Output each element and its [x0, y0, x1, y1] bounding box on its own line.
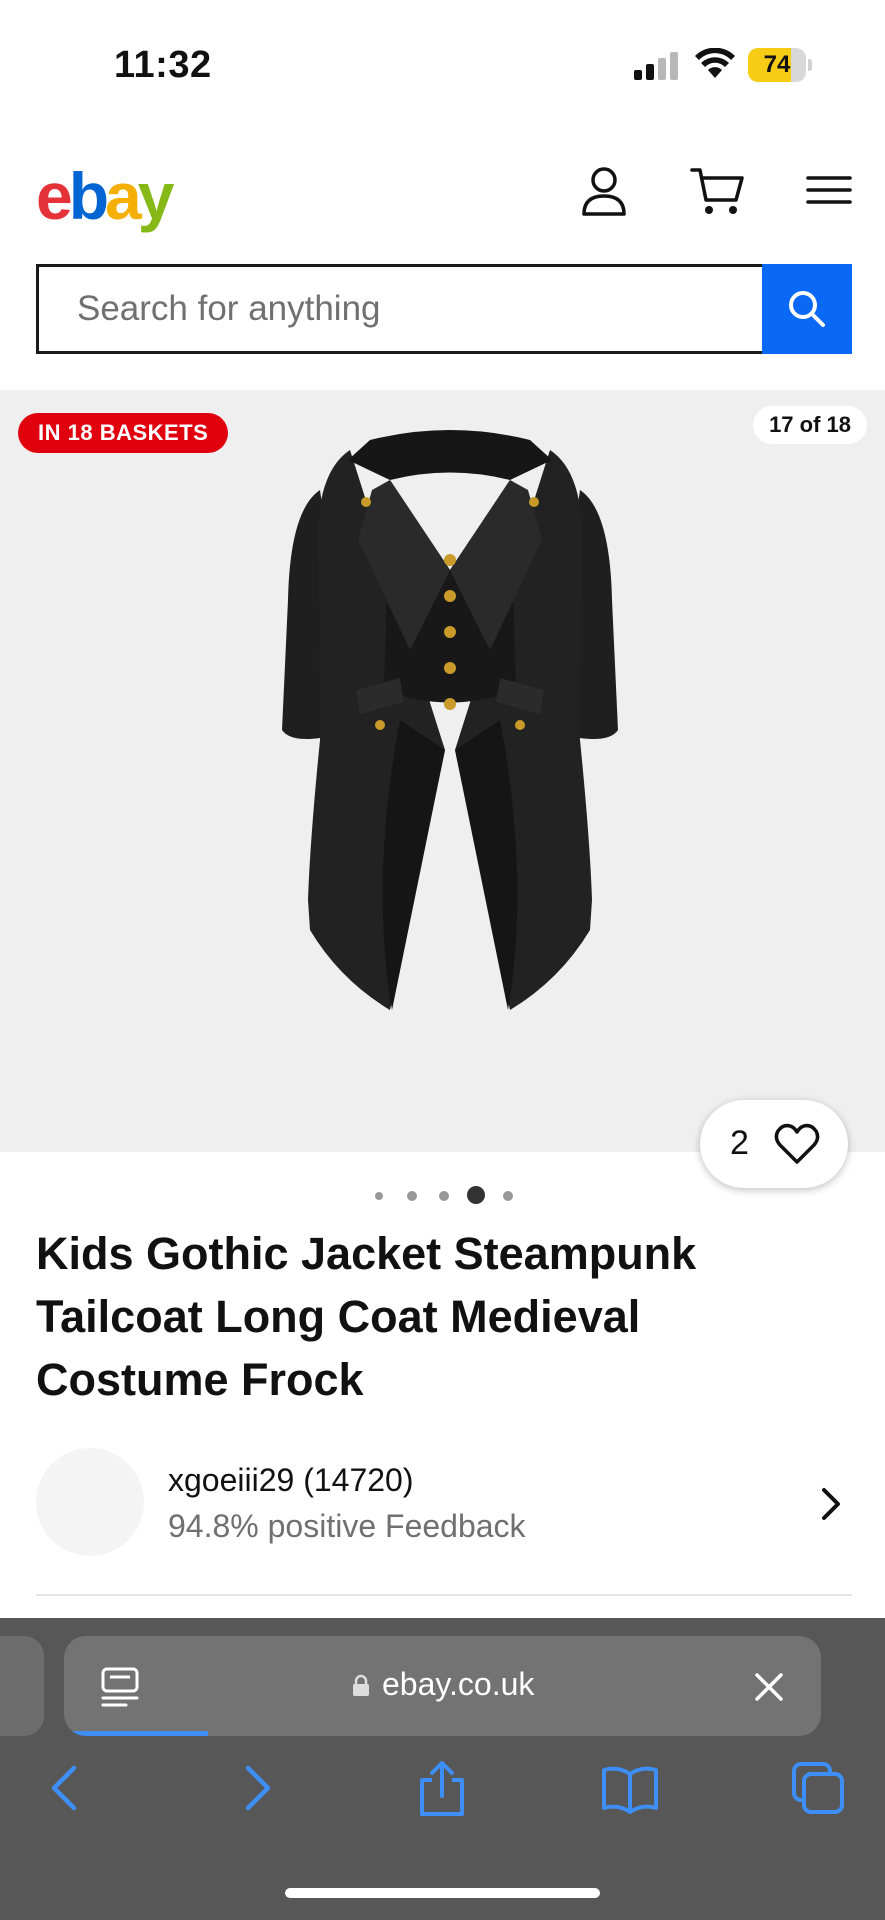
- cellular-signal-icon: [634, 52, 678, 80]
- seller-avatar: [36, 1448, 144, 1556]
- product-image[interactable]: [280, 420, 620, 1120]
- bookmarks-icon[interactable]: [600, 1758, 660, 1818]
- carousel-dot[interactable]: [439, 1191, 449, 1201]
- battery-indicator: 74: [748, 48, 812, 82]
- chevron-right-icon: [822, 1488, 840, 1520]
- lock-icon: [353, 1674, 369, 1696]
- watch-count: 2: [730, 1124, 749, 1162]
- heart-icon: [774, 1123, 820, 1164]
- search-icon: [789, 291, 825, 327]
- battery-percent: 74: [763, 51, 791, 78]
- cart-icon[interactable]: [688, 160, 748, 220]
- carousel-dots: [370, 1186, 520, 1204]
- seller-feedback: 94.8% positive Feedback: [168, 1508, 526, 1544]
- previous-tab-edge[interactable]: [0, 1636, 44, 1736]
- account-icon[interactable]: [574, 160, 634, 220]
- home-indicator[interactable]: [285, 1888, 600, 1898]
- address-bar[interactable]: ebay.co.uk: [64, 1636, 821, 1736]
- status-time: 11:32: [114, 44, 212, 86]
- browser-toolbar: ebay.co.uk: [0, 1618, 885, 1920]
- forward-icon[interactable]: [226, 1758, 286, 1818]
- seller-card[interactable]: xgoeiii29 (14720) 94.8% positive Feedbac…: [36, 1448, 852, 1558]
- search-bar: Search for anything: [36, 264, 852, 354]
- site-header: ebay Search for anything: [0, 130, 885, 380]
- ebay-logo[interactable]: ebay: [36, 158, 174, 234]
- page-load-progress: [64, 1731, 208, 1736]
- search-button[interactable]: [762, 264, 852, 354]
- carousel-dot[interactable]: [407, 1191, 417, 1201]
- tabs-icon[interactable]: [788, 1758, 848, 1818]
- url-text: ebay.co.uk: [382, 1666, 535, 1702]
- carousel-dot[interactable]: [467, 1186, 485, 1204]
- watchlist-button[interactable]: 2: [700, 1100, 848, 1188]
- back-icon[interactable]: [36, 1758, 96, 1818]
- in-baskets-badge: IN 18 BASKETS: [18, 413, 229, 453]
- divider: [36, 1594, 852, 1596]
- product-image-gallery[interactable]: IN 18 BASKETS 17 of 18: [0, 390, 885, 1152]
- wifi-icon: [695, 48, 735, 78]
- reader-mode-icon[interactable]: [100, 1666, 140, 1708]
- share-icon[interactable]: [412, 1758, 472, 1818]
- search-input[interactable]: Search for anything: [36, 264, 763, 354]
- menu-icon[interactable]: [800, 160, 860, 220]
- carousel-dot[interactable]: [375, 1192, 383, 1200]
- listing-title: Kids Gothic Jacket Steampunk Tailcoat Lo…: [36, 1228, 697, 1405]
- carousel-dot[interactable]: [503, 1191, 513, 1201]
- seller-name: xgoeiii29 (14720): [168, 1462, 414, 1498]
- image-counter: 17 of 18: [753, 406, 867, 444]
- status-bar: 11:32 74: [0, 0, 885, 130]
- close-icon[interactable]: [754, 1672, 784, 1702]
